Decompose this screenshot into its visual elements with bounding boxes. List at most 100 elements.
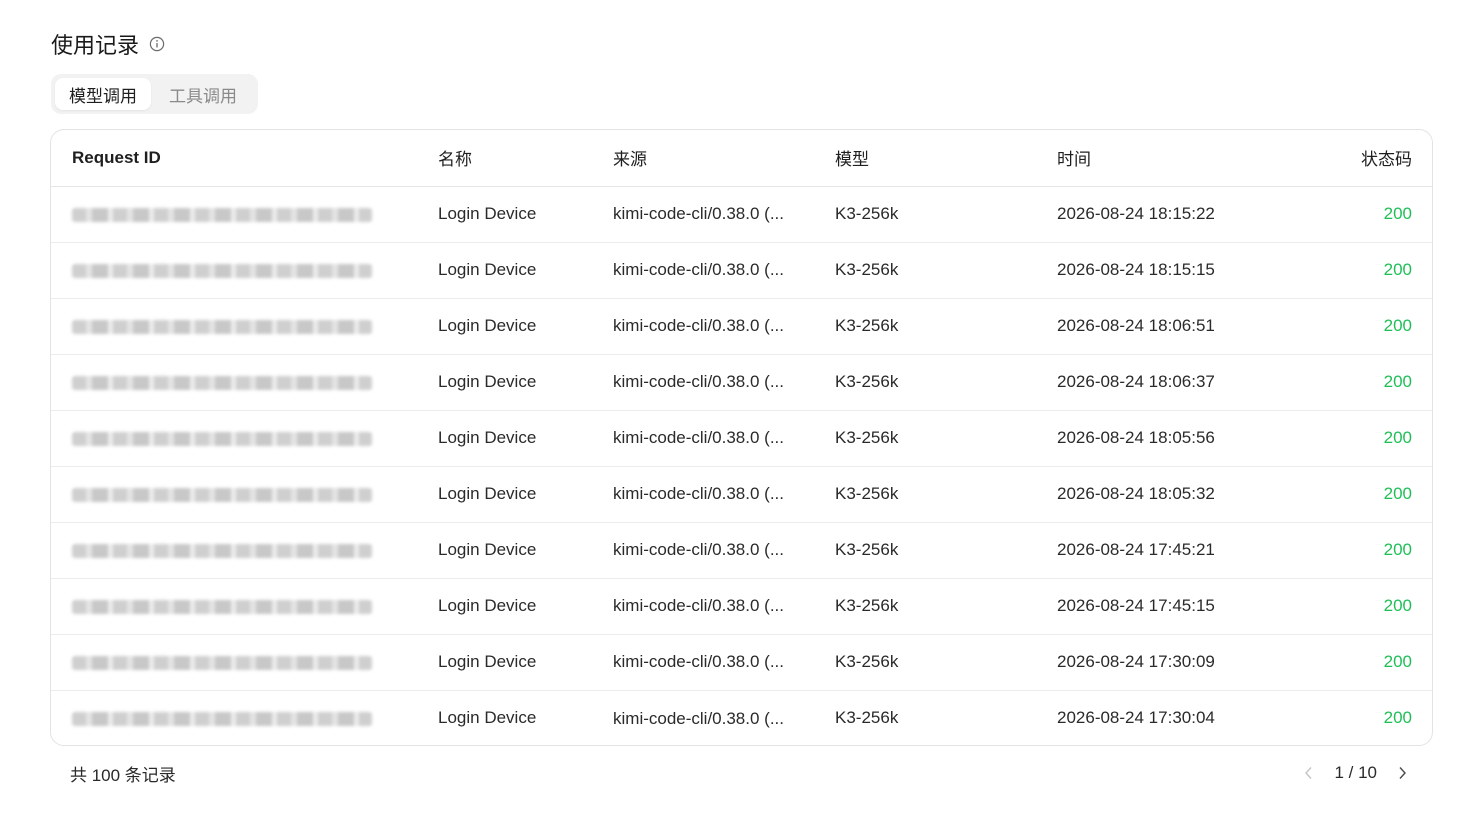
usage-records-page: 使用记录 模型调用 工具调用 Request ID 名称 来源 模型 时间 状态…: [0, 0, 1467, 816]
name-cell: Login Device: [438, 578, 613, 635]
request-id-cell: [51, 522, 438, 579]
source-text: kimi-code-cli/0.38.0 (...: [613, 260, 784, 280]
page-title: 使用记录: [51, 33, 140, 58]
model-cell: K3-256k: [835, 634, 1057, 691]
status-code-cell: 200: [1321, 186, 1432, 243]
time-cell: 2026-08-24 17:45:15: [1057, 578, 1321, 635]
source-cell: kimi-code-cli/0.38.0 (...: [613, 354, 835, 411]
name-cell: Login Device: [438, 186, 613, 243]
title-row: 使用记录: [51, 28, 165, 60]
table-row[interactable]: Login Device kimi-code-cli/0.38.0 (... K3-…: [51, 634, 1432, 691]
column-header-model: 模型: [835, 130, 1057, 187]
time-cell: 2026-08-24 17:30:04: [1057, 708, 1215, 728]
status-code-cell: 200: [1321, 522, 1432, 579]
records-table: Request ID 名称 来源 模型 时间 状态码 Login Device k…: [50, 129, 1433, 746]
name-cell: Login Device: [438, 410, 613, 467]
redacted-request-id: [72, 711, 372, 726]
name-cell: Login Device: [438, 466, 613, 523]
chevron-right-icon[interactable]: [1395, 766, 1409, 780]
time-cell: 2026-08-24 18:15:15: [1057, 242, 1321, 299]
source-cell: kimi-code-cli/0.38.0 (...: [613, 522, 835, 579]
status-code-cell: 200: [1321, 410, 1432, 467]
source-cell: kimi-code-cli/0.38.0 (...: [613, 186, 835, 243]
request-id-cell: [51, 242, 438, 299]
table-row[interactable]: Login Device kimi-code-cli/0.38.0 (... K3-…: [51, 578, 1432, 635]
time-cell: 2026-08-24 18:06:51: [1057, 298, 1321, 355]
source-cell: kimi-code-cli/0.38.0 (...: [613, 466, 835, 523]
source-text: kimi-code-cli/0.38.0 (...: [613, 316, 784, 336]
total-records: 共 100 条记录: [70, 765, 176, 785]
chevron-left-icon[interactable]: [1302, 766, 1316, 780]
table-row[interactable]: Login Device kimi-code-cli/0.38.0 (... K3-…: [51, 186, 1432, 243]
table-row[interactable]: Login Device kimi-code-cli/0.38.0 (... K3-…: [51, 354, 1432, 411]
model-cell: K3-256k: [835, 708, 899, 728]
table-row[interactable]: Login Device kimi-code-cli/0.38.0 (... K3-…: [51, 410, 1432, 467]
redacted-request-id: [72, 599, 372, 614]
source-text: kimi-code-cli/0.38.0 (...: [613, 484, 784, 504]
name-cell: Login Device: [438, 354, 613, 411]
table-row[interactable]: Login Device kimi-code-cli/0.38.0 (... K3-…: [51, 522, 1432, 579]
source-cell: kimi-code-cli/0.38.0 (...: [613, 410, 835, 467]
source-text: kimi-code-cli/0.38.0 (...: [613, 204, 784, 224]
source-cell: kimi-code-cli/0.38.0 (...: [613, 298, 835, 355]
redacted-request-id: [72, 431, 372, 446]
page-indicator: 1 / 10: [1334, 763, 1377, 782]
request-id-cell: [51, 466, 438, 523]
model-cell: K3-256k: [835, 186, 1057, 243]
model-cell: K3-256k: [835, 410, 1057, 467]
tab-model-calls[interactable]: 模型调用: [55, 78, 151, 110]
info-circle-icon[interactable]: [149, 36, 165, 52]
model-cell: K3-256k: [835, 354, 1057, 411]
source-text: kimi-code-cli/0.38.0 (...: [613, 540, 784, 560]
redacted-request-id: [72, 375, 372, 390]
request-id-cell: [51, 578, 438, 635]
status-code-cell: 200: [1321, 466, 1432, 523]
source-text: kimi-code-cli/0.38.0 (...: [613, 708, 784, 728]
table-row[interactable]: Login Device kimi-code-cli/0.38.0 (... K3-…: [51, 298, 1432, 355]
time-cell: 2026-08-24 18:15:22: [1057, 186, 1321, 243]
redacted-request-id: [72, 263, 372, 278]
request-id-cell: [51, 298, 438, 355]
column-header-name: 名称: [438, 130, 613, 187]
column-header-time: 时间: [1057, 130, 1321, 187]
pagination: 1 / 10: [1302, 760, 1409, 786]
status-code-cell: 200: [1321, 298, 1432, 355]
redacted-request-id: [72, 655, 372, 670]
model-cell: K3-256k: [835, 578, 1057, 635]
time-cell: 2026-08-24 17:30:09: [1057, 634, 1321, 691]
table-row[interactable]: Login Device kimi-code-cli/0.38.0 (... K3-…: [51, 466, 1432, 523]
model-cell: K3-256k: [835, 242, 1057, 299]
request-id-cell: [51, 634, 438, 691]
name-cell: Login Device: [438, 298, 613, 355]
status-code-cell: 200: [1383, 708, 1412, 728]
request-id-cell: [51, 354, 438, 411]
name-cell: Login Device: [438, 708, 537, 728]
source-text: kimi-code-cli/0.38.0 (...: [613, 596, 784, 616]
source-text: kimi-code-cli/0.38.0 (...: [613, 428, 784, 448]
model-cell: K3-256k: [835, 298, 1057, 355]
column-header-status: 状态码: [1321, 130, 1432, 187]
table-row[interactable]: Login Device kimi-code-cli/0.38.0 (... K3-…: [51, 242, 1432, 299]
source-text: kimi-code-cli/0.38.0 (...: [613, 372, 784, 392]
redacted-request-id: [72, 207, 372, 222]
model-cell: K3-256k: [835, 522, 1057, 579]
source-cell: kimi-code-cli/0.38.0 (...: [613, 634, 835, 691]
redacted-request-id: [72, 487, 372, 502]
status-code-cell: 200: [1321, 242, 1432, 299]
call-type-tabs: 模型调用 工具调用: [51, 74, 258, 114]
request-id-cell: [51, 186, 438, 243]
table-row[interactable]: Login Device kimi-code-cli/0.38.0 (... K3-…: [51, 690, 1432, 745]
table-header-row: Request ID 名称 来源 模型 时间 状态码: [51, 130, 1432, 187]
source-cell: kimi-code-cli/0.38.0 (...: [613, 690, 835, 745]
model-cell: K3-256k: [835, 466, 1057, 523]
time-cell: 2026-08-24 18:05:32: [1057, 466, 1321, 523]
tab-tool-calls[interactable]: 工具调用: [155, 78, 251, 110]
status-code-cell: 200: [1321, 354, 1432, 411]
source-cell: kimi-code-cli/0.38.0 (...: [613, 242, 835, 299]
column-header-source: 来源: [613, 130, 835, 187]
column-header-request-id: Request ID: [51, 130, 438, 187]
time-cell: 2026-08-24 18:05:56: [1057, 410, 1321, 467]
name-cell: Login Device: [438, 634, 613, 691]
name-cell: Login Device: [438, 522, 613, 579]
request-id-cell: [51, 690, 438, 745]
